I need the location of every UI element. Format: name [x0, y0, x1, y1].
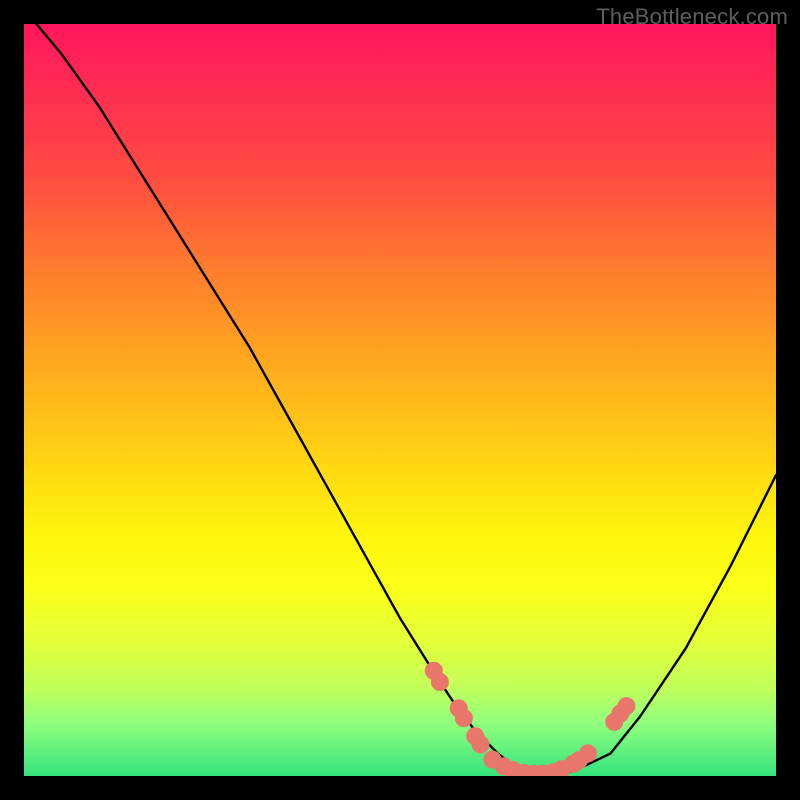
scatter-point	[431, 674, 448, 691]
plot-area	[24, 24, 776, 776]
chart-svg	[24, 24, 776, 776]
scatter-point	[455, 710, 472, 727]
watermark-text: TheBottleneck.com	[596, 4, 788, 30]
scatter-point	[618, 698, 635, 715]
scatter-points-group	[425, 662, 635, 776]
scatter-point	[580, 745, 597, 762]
scatter-point	[472, 736, 489, 753]
outer-frame: TheBottleneck.com	[0, 0, 800, 800]
bottleneck-curve	[24, 24, 776, 774]
